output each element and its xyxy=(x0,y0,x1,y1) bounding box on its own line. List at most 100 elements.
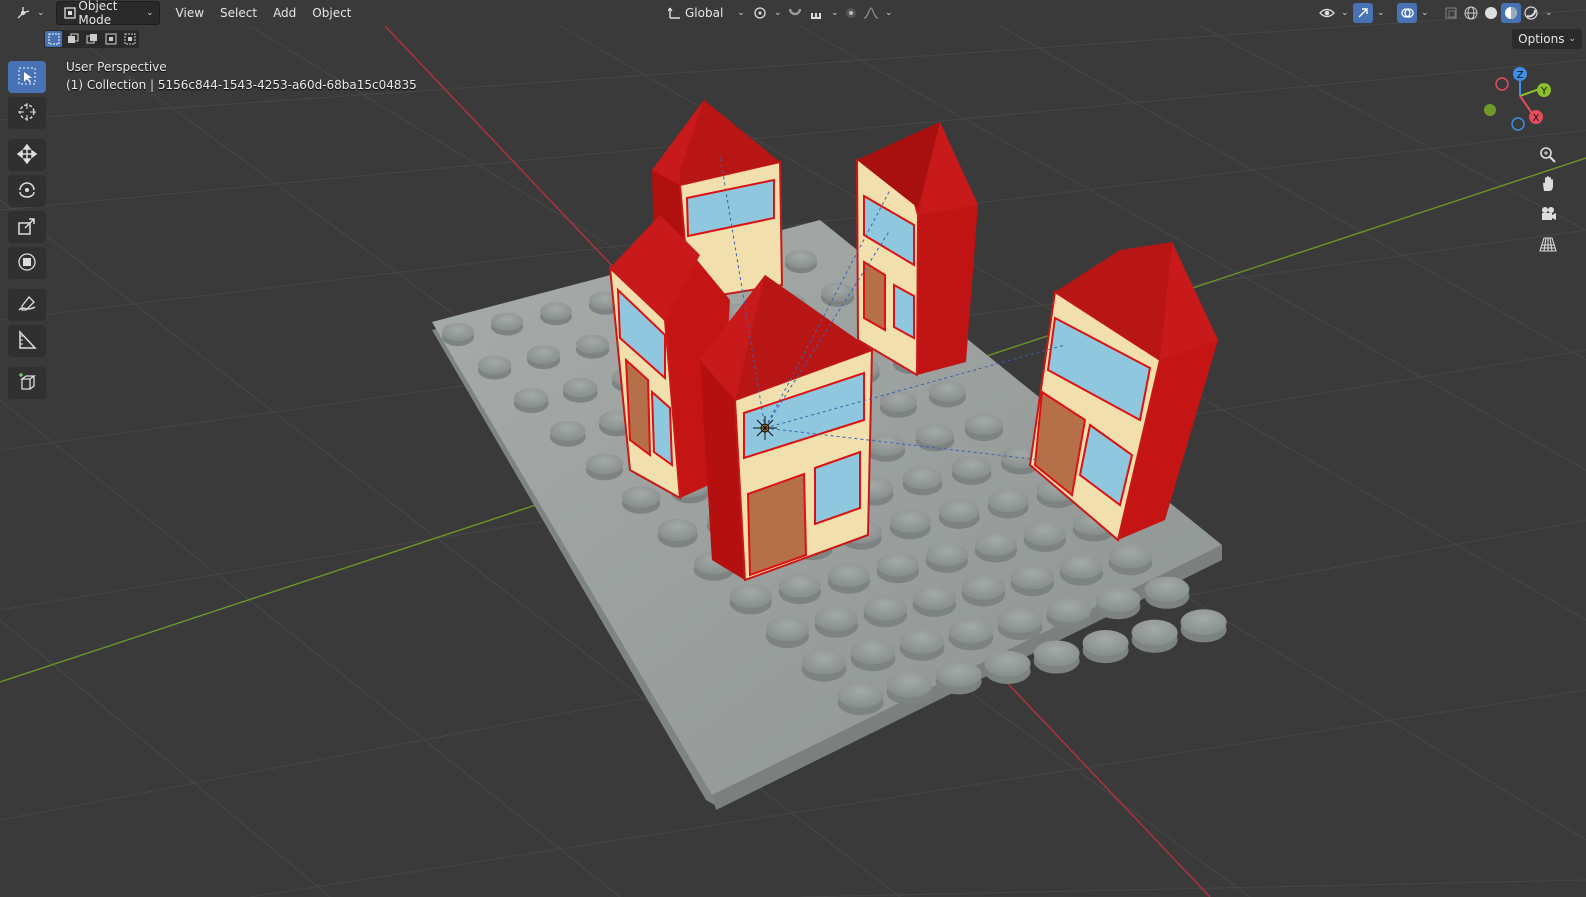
stud-top xyxy=(442,323,474,341)
select-subtract-icon[interactable] xyxy=(83,31,100,47)
rotate-icon xyxy=(16,179,38,204)
transform-tool[interactable] xyxy=(8,247,46,279)
menu-select[interactable]: Select xyxy=(212,2,265,24)
gizmo-neg-y[interactable] xyxy=(1484,104,1496,116)
stud-top xyxy=(729,584,772,608)
snap-increment-icon xyxy=(807,3,827,23)
stud-top xyxy=(961,575,1006,600)
3d-viewport[interactable] xyxy=(0,0,1586,897)
measure-tool[interactable] xyxy=(8,325,46,357)
proportional-editing-toggle[interactable]: ⌄ xyxy=(836,2,898,24)
cursor-tool[interactable] xyxy=(8,97,46,129)
pan-button[interactable] xyxy=(1534,171,1562,199)
gizmo-neg-x[interactable] xyxy=(1495,77,1509,91)
orientation-label: Global xyxy=(685,6,724,20)
mode-dropdown[interactable]: Object Mode ⌄ xyxy=(55,0,160,27)
stud-top xyxy=(987,489,1029,513)
stud-top xyxy=(575,334,610,354)
stud-top xyxy=(925,542,968,567)
shading-solid-button[interactable] xyxy=(1480,2,1502,24)
move-tool[interactable] xyxy=(8,139,46,171)
stud-top xyxy=(1033,640,1080,667)
stud-top xyxy=(928,380,966,402)
wireframe-sphere-icon xyxy=(1461,3,1481,23)
chevron-down-icon: ⌄ xyxy=(1568,34,1576,44)
gizmo-neg-z[interactable] xyxy=(1511,117,1525,131)
stud-top xyxy=(657,518,698,542)
stud-top xyxy=(526,345,561,364)
selection-mode-buttons xyxy=(44,30,139,48)
stud-top xyxy=(876,552,919,577)
measure-icon xyxy=(16,329,38,354)
gizmo-x-label: X xyxy=(1533,113,1540,124)
collection-label: (1) Collection | 5156c844-1543-4253-a60d… xyxy=(66,78,417,92)
stud-top xyxy=(1059,554,1104,579)
stud-top xyxy=(814,606,859,631)
stud-top xyxy=(938,499,980,523)
viewport-header: ⌄ Object Mode ⌄ View Select Add Object G… xyxy=(0,0,1586,27)
annotate-icon xyxy=(16,293,38,318)
grid-perspective-icon xyxy=(1539,235,1557,256)
add-cube-tool[interactable] xyxy=(8,367,46,399)
options-dropdown[interactable]: Options ⌄ xyxy=(1512,29,1582,49)
stud-top xyxy=(886,671,933,698)
perspective-toggle-button[interactable] xyxy=(1534,231,1562,259)
xray-icon xyxy=(1441,3,1461,23)
eye-icon xyxy=(1317,3,1337,23)
editor-type-button[interactable]: ⌄ xyxy=(8,2,50,24)
stud-top xyxy=(549,420,586,442)
stud-top xyxy=(477,355,512,375)
solid-sphere-icon xyxy=(1481,3,1501,23)
zoom-button[interactable] xyxy=(1534,142,1562,170)
stud-top xyxy=(912,585,957,611)
stud-top xyxy=(585,453,623,475)
navigation-gizmo[interactable]: Z Y X xyxy=(1478,62,1562,138)
rotate-tool[interactable] xyxy=(8,175,46,207)
stud-top xyxy=(974,532,1017,556)
stud-top xyxy=(801,649,847,675)
gizmo-icon xyxy=(1353,3,1373,23)
select-new-icon[interactable] xyxy=(45,31,62,47)
stud-top xyxy=(491,312,523,331)
stud-top xyxy=(984,650,1031,677)
gizmo-z-label: Z xyxy=(1517,70,1524,81)
material-sphere-icon xyxy=(1501,3,1521,23)
proportional-icon xyxy=(841,3,861,23)
move-icon xyxy=(16,143,38,168)
overlays-toggle[interactable]: ⌄ xyxy=(1392,2,1434,24)
gizmo-y-label: Y xyxy=(1540,86,1548,97)
select-box-tool[interactable] xyxy=(8,61,46,93)
annotate-tool[interactable] xyxy=(8,289,46,321)
menu-object[interactable]: Object xyxy=(304,2,359,24)
shading-material-button[interactable] xyxy=(1500,2,1522,24)
select-invert-icon[interactable] xyxy=(102,31,119,47)
transform-orientation-dropdown[interactable]: Global ⌄ xyxy=(660,2,750,24)
stud-top xyxy=(899,628,945,654)
menu-add[interactable]: Add xyxy=(265,2,304,24)
orientation-icon xyxy=(665,3,685,23)
gizmo-toggle[interactable]: ⌄ xyxy=(1348,2,1390,24)
chevron-down-icon: ⌄ xyxy=(37,8,45,18)
transform-icon xyxy=(16,251,38,276)
stud-top xyxy=(850,639,896,665)
mode-label: Object Mode xyxy=(78,0,118,27)
shading-wireframe-button[interactable] xyxy=(1460,2,1482,24)
shading-rendered-button[interactable]: ⌄ xyxy=(1520,2,1554,24)
stud-top xyxy=(562,377,598,398)
menu-view[interactable]: View xyxy=(168,2,212,24)
select-extend-icon[interactable] xyxy=(64,31,81,47)
select-intersect-icon[interactable] xyxy=(121,31,138,47)
stud-top xyxy=(1046,597,1092,623)
stud-top xyxy=(879,391,917,413)
pivot-icon xyxy=(750,3,770,23)
stud-top xyxy=(1023,521,1066,546)
stud-top xyxy=(948,618,994,644)
stud-top xyxy=(621,486,661,508)
overlay-icon xyxy=(1397,3,1417,23)
3d-viewport-icon xyxy=(13,3,33,23)
scale-tool[interactable] xyxy=(8,211,46,243)
camera-view-button[interactable] xyxy=(1534,201,1562,229)
chevron-down-icon: ⌄ xyxy=(737,8,745,18)
stud-top xyxy=(1082,630,1129,656)
stud-top xyxy=(513,388,549,408)
